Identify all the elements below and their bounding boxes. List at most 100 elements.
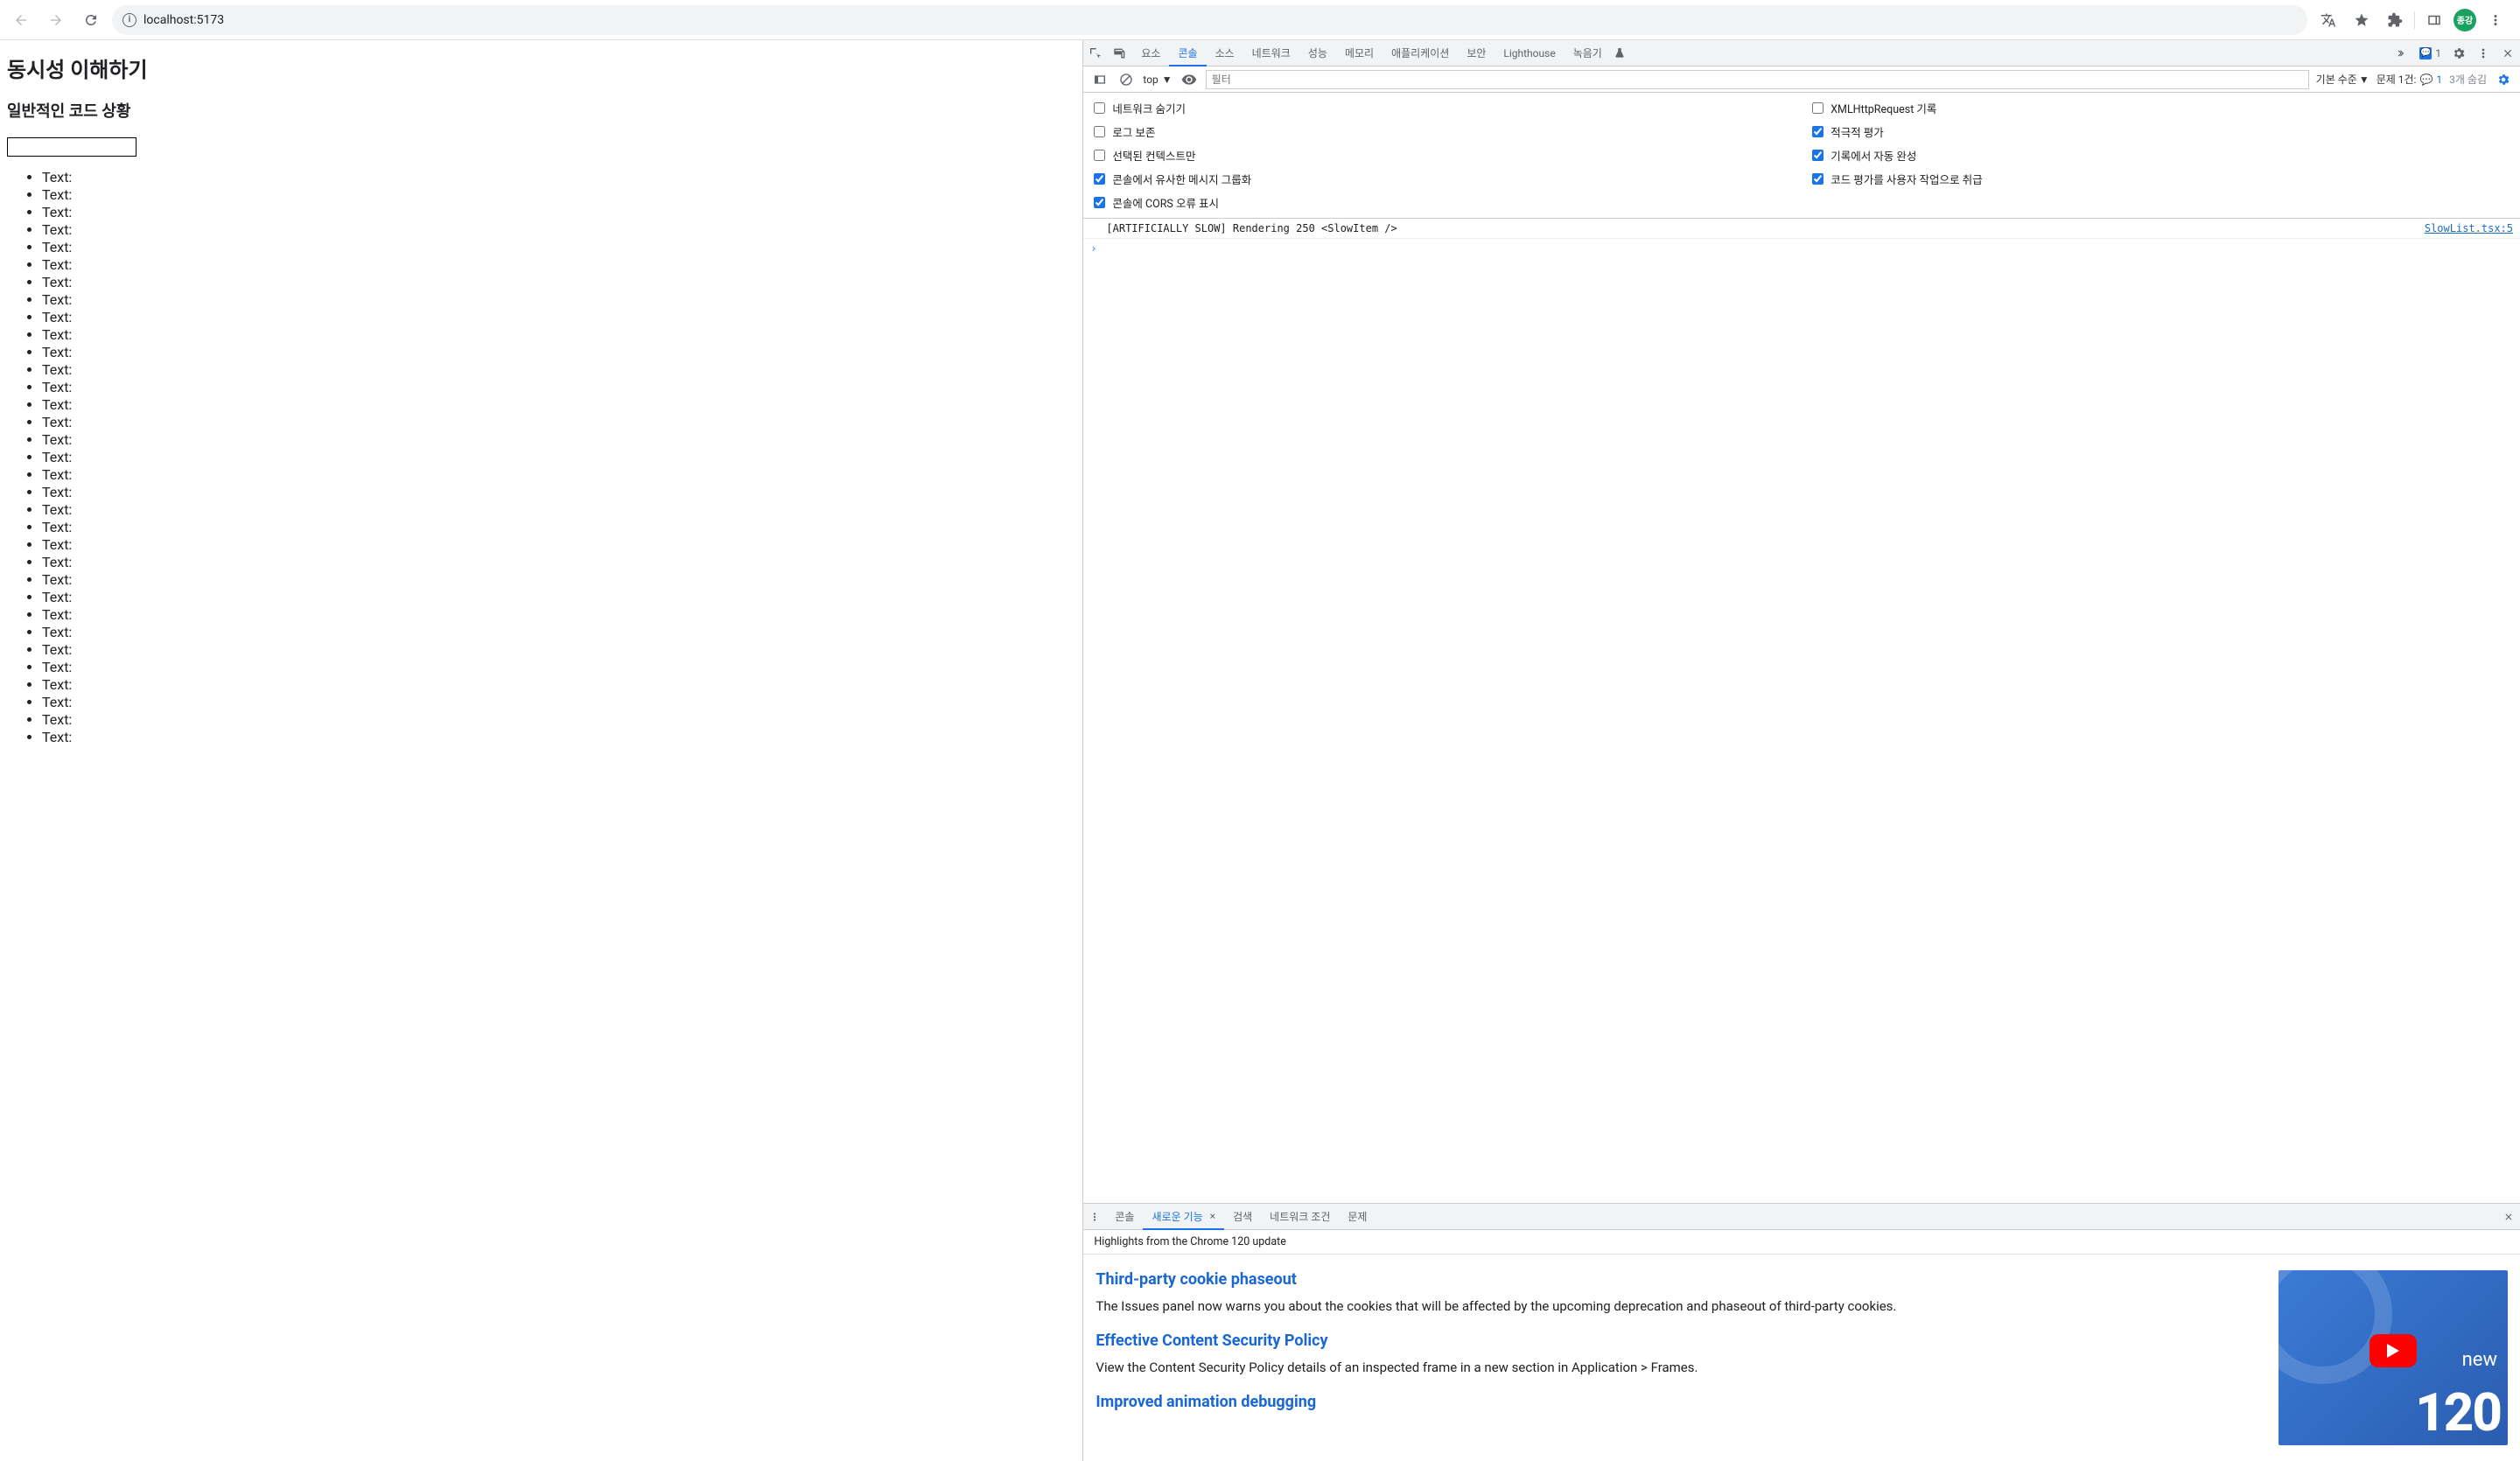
video-thumbnail[interactable]: new 120 bbox=[2278, 1270, 2508, 1445]
profile-avatar[interactable]: 종강 bbox=[2454, 9, 2476, 31]
console-setting-checkbox[interactable]: 기록에서 자동 완성 bbox=[1812, 147, 2510, 164]
console-setting-checkbox[interactable]: 네트워크 숨기기 bbox=[1094, 100, 1791, 116]
more-tabs-icon[interactable] bbox=[2390, 40, 2414, 66]
list-item: Text: bbox=[42, 624, 1075, 641]
side-panel-icon[interactable] bbox=[2420, 6, 2448, 34]
checkbox-label: 콘솔에 CORS 오류 표시 bbox=[1112, 194, 1219, 211]
console-settings-panel: 네트워크 숨기기로그 보존선택된 컨텍스트만콘솔에서 유사한 메시지 그룹화콘솔… bbox=[1083, 93, 2520, 219]
page-content: 동시성 이해하기 일반적인 코드 상황 Text:Text:Text:Text:… bbox=[0, 40, 1083, 1461]
console-setting-checkbox[interactable]: 선택된 컨텍스트만 bbox=[1094, 147, 1791, 164]
checkbox[interactable] bbox=[1812, 126, 1824, 137]
page-h1: 동시성 이해하기 bbox=[7, 52, 1075, 83]
forward-button[interactable] bbox=[42, 6, 70, 34]
console-prompt[interactable]: › bbox=[1083, 239, 2520, 258]
live-expression-icon[interactable] bbox=[1180, 70, 1199, 89]
devtools-settings-icon[interactable] bbox=[2446, 40, 2471, 66]
list-item: Text: bbox=[42, 519, 1075, 536]
list-item: Text: bbox=[42, 396, 1075, 414]
issues-indicator[interactable]: 💬 1 bbox=[2414, 40, 2446, 66]
sidebar-toggle-icon[interactable] bbox=[1090, 70, 1110, 89]
site-info-icon[interactable]: i bbox=[122, 13, 136, 27]
console-settings-gear-icon[interactable] bbox=[2494, 70, 2513, 89]
list-item: Text: bbox=[42, 641, 1075, 659]
devtools-tab-녹음기[interactable]: 녹음기 bbox=[1564, 40, 1611, 66]
reload-button[interactable] bbox=[77, 6, 105, 34]
console-setting-checkbox[interactable]: 적극적 평가 bbox=[1812, 123, 2510, 140]
close-icon[interactable]: × bbox=[1210, 1210, 1215, 1222]
list-item: Text: bbox=[42, 606, 1075, 624]
devtools-tab-네트워크[interactable]: 네트워크 bbox=[1243, 40, 1299, 66]
list-item: Text: bbox=[42, 589, 1075, 606]
chevron-down-icon: ▼ bbox=[1162, 73, 1172, 86]
drawer-section-title[interactable]: Third-party cookie phaseout bbox=[1096, 1270, 2266, 1289]
console-setting-checkbox[interactable]: 콘솔에 CORS 오류 표시 bbox=[1094, 194, 1791, 211]
list-item: Text: bbox=[42, 169, 1075, 186]
drawer-tab-콘솔[interactable]: 콘솔 bbox=[1106, 1204, 1143, 1229]
chevron-down-icon: ▼ bbox=[2359, 73, 2370, 86]
checkbox[interactable] bbox=[1094, 173, 1105, 185]
console-setting-checkbox[interactable]: 로그 보존 bbox=[1094, 123, 1791, 140]
devtools-close-icon[interactable] bbox=[2496, 40, 2520, 66]
devtools-tab-요소[interactable]: 요소 bbox=[1132, 40, 1169, 66]
checkbox[interactable] bbox=[1094, 197, 1105, 208]
log-source: SlowList.tsx:5 bbox=[2425, 222, 2513, 234]
devtools-tab-애플리케이션[interactable]: 애플리케이션 bbox=[1382, 40, 1458, 66]
devtools-tab-Lighthouse[interactable]: Lighthouse bbox=[1494, 40, 1564, 66]
extensions-icon[interactable] bbox=[2381, 6, 2409, 34]
context-selector[interactable]: top ▼ bbox=[1143, 73, 1172, 86]
inspect-icon[interactable] bbox=[1083, 40, 1108, 66]
bookmark-icon[interactable] bbox=[2348, 6, 2376, 34]
clear-console-icon[interactable] bbox=[1116, 70, 1136, 89]
drawer-section-title[interactable]: Improved animation debugging bbox=[1096, 1393, 2266, 1411]
drawer-tab-문제[interactable]: 문제 bbox=[1339, 1204, 1376, 1229]
log-level-selector[interactable]: 기본 수준 ▼ bbox=[2316, 72, 2370, 87]
devtools-tab-성능[interactable]: 성능 bbox=[1299, 40, 1336, 66]
list-item: Text: bbox=[42, 449, 1075, 466]
drawer-kebab-icon[interactable] bbox=[1083, 1204, 1106, 1229]
list-item: Text: bbox=[42, 256, 1075, 274]
checkbox[interactable] bbox=[1812, 173, 1824, 185]
list-item: Text: bbox=[42, 204, 1075, 221]
filter-input[interactable] bbox=[1206, 70, 2309, 89]
issue-count[interactable]: 문제 1건: 💬 1 bbox=[2376, 72, 2442, 87]
drawer-section-title[interactable]: Effective Content Security Policy bbox=[1096, 1332, 2266, 1350]
drawer-close-icon[interactable] bbox=[2497, 1204, 2520, 1229]
devtools-tab-보안[interactable]: 보안 bbox=[1458, 40, 1494, 66]
list-item: Text: bbox=[42, 694, 1075, 711]
list-item: Text: bbox=[42, 221, 1075, 239]
drawer-tab-네트워크 조건[interactable]: 네트워크 조건 bbox=[1261, 1204, 1339, 1229]
device-toggle-icon[interactable] bbox=[1108, 40, 1132, 66]
drawer-tab-검색[interactable]: 검색 bbox=[1224, 1204, 1261, 1229]
devtools-tab-메모리[interactable]: 메모리 bbox=[1336, 40, 1382, 66]
console-setting-checkbox[interactable]: 코드 평가를 사용자 작업으로 취급 bbox=[1812, 171, 2510, 187]
address-bar[interactable]: i localhost:5173 bbox=[112, 5, 2307, 35]
list-item: Text: bbox=[42, 676, 1075, 694]
checkbox[interactable] bbox=[1094, 102, 1105, 114]
devtools-kebab-icon[interactable] bbox=[2471, 40, 2496, 66]
checkbox-label: 네트워크 숨기기 bbox=[1112, 100, 1186, 116]
translate-icon[interactable] bbox=[2314, 6, 2342, 34]
checkbox[interactable] bbox=[1812, 150, 1824, 161]
console-toolbar: top ▼ 기본 수준 ▼ 문제 1건: 💬 1 3개 숨김 bbox=[1083, 66, 2520, 93]
list-item: Text: bbox=[42, 274, 1075, 291]
checkbox[interactable] bbox=[1812, 102, 1824, 114]
drawer-tab-새로운 기능[interactable]: 새로운 기능× bbox=[1143, 1204, 1224, 1230]
checkbox-label: XMLHttpRequest 기록 bbox=[1830, 100, 1936, 116]
checkbox[interactable] bbox=[1094, 150, 1105, 161]
page-text-input[interactable] bbox=[7, 137, 136, 157]
checkbox-label: 선택된 컨텍스트만 bbox=[1112, 147, 1195, 164]
list-item: Text: bbox=[42, 431, 1075, 449]
devtools-tab-소스[interactable]: 소스 bbox=[1207, 40, 1243, 66]
checkbox-label: 코드 평가를 사용자 작업으로 취급 bbox=[1830, 171, 1982, 187]
experiment-icon[interactable] bbox=[1607, 40, 1632, 66]
log-message-text: [ARTIFICIALLY SLOW] Rendering 250 <SlowI… bbox=[1090, 222, 2424, 234]
browser-toolbar: i localhost:5173 종강 bbox=[0, 0, 2520, 40]
devtools-tab-콘솔[interactable]: 콘솔 bbox=[1169, 40, 1206, 66]
checkbox[interactable] bbox=[1094, 126, 1105, 137]
console-setting-checkbox[interactable]: XMLHttpRequest 기록 bbox=[1812, 100, 2510, 116]
log-source-link[interactable]: SlowList.tsx:5 bbox=[2425, 222, 2513, 234]
play-icon bbox=[2370, 1334, 2417, 1367]
chrome-menu-icon[interactable] bbox=[2482, 6, 2510, 34]
console-setting-checkbox[interactable]: 콘솔에서 유사한 메시지 그룹화 bbox=[1094, 171, 1791, 187]
back-button[interactable] bbox=[7, 6, 35, 34]
